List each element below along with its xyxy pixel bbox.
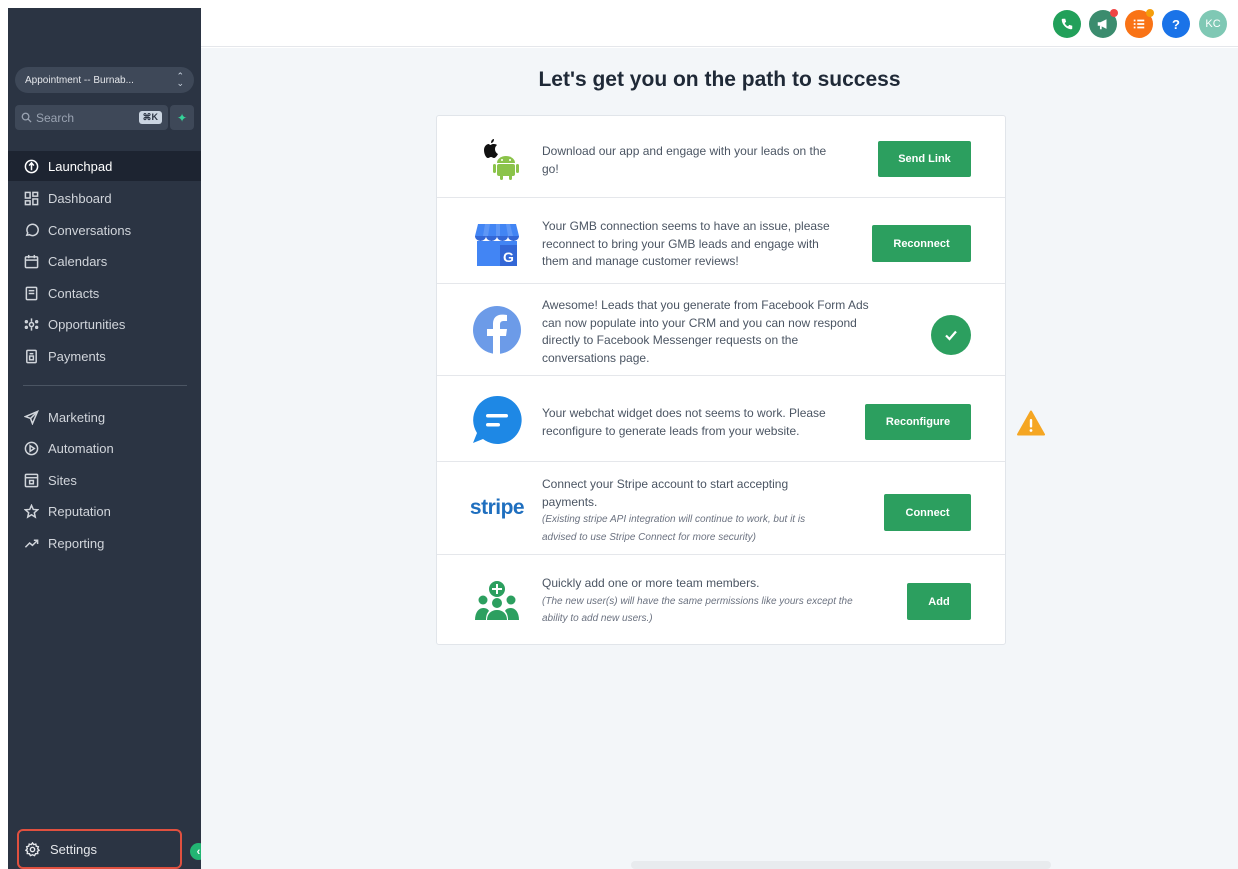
- sidebar-item-label: Marketing: [48, 409, 106, 425]
- send-link-button[interactable]: Send Link: [878, 141, 971, 177]
- stripe-logo-text: stripe: [469, 496, 525, 519]
- top-bar: ? KC: [201, 0, 1238, 47]
- row-description: Quickly add one or more team members. (T…: [542, 575, 877, 628]
- google-my-business-icon: G: [467, 219, 527, 269]
- sites-icon: [23, 472, 39, 488]
- sidebar-item-contacts[interactable]: Contacts: [8, 278, 201, 308]
- connected-check-icon: [931, 315, 971, 355]
- row-description-main: Connect your Stripe account to start acc…: [542, 477, 789, 509]
- row-description: Connect your Stripe account to start acc…: [542, 476, 832, 546]
- launchpad-row-gmb: G Your GMB connection seems to have an i…: [437, 198, 1005, 284]
- sidebar-item-label: Calendars: [48, 253, 108, 269]
- row-description-note: (Existing stripe API integration will co…: [542, 514, 806, 543]
- task-list-icon[interactable]: [1125, 9, 1154, 38]
- page-title: Let's get you on the path to success: [538, 68, 901, 91]
- settings-label: Settings: [50, 841, 97, 857]
- sidebar-item-label: Dashboard: [48, 190, 112, 206]
- launchpad-row-stripe: stripe Connect your Stripe account to st…: [437, 462, 1005, 555]
- sidebar-item-reputation[interactable]: Reputation: [8, 496, 201, 526]
- reconnect-button[interactable]: Reconnect: [872, 225, 971, 262]
- sidebar-item-automation[interactable]: Automation: [8, 433, 201, 463]
- row-description-main: Quickly add one or more team members.: [542, 576, 760, 590]
- sidebar: Appointment -- Burnab... ⌃ ⌄ Search ⌘K ✦ …: [8, 8, 201, 869]
- bottom-overlay-edge: [631, 861, 1051, 869]
- quick-action-button[interactable]: ✦: [170, 105, 194, 130]
- row-description: Awesome! Leads that you generate from Fa…: [542, 298, 869, 365]
- contacts-icon: [23, 285, 39, 301]
- calendar-icon: [23, 253, 39, 269]
- star-icon: [23, 503, 39, 519]
- sidebar-item-sites[interactable]: Sites: [8, 465, 201, 495]
- launchpad-row-facebook: Awesome! Leads that you generate from Fa…: [437, 284, 1005, 376]
- send-icon: [23, 409, 39, 425]
- notification-dot: [1110, 9, 1118, 17]
- megaphone-icon[interactable]: [1089, 9, 1118, 38]
- phone-icon[interactable]: [1053, 10, 1081, 38]
- sidebar-item-label: Reporting: [48, 535, 105, 551]
- chat-bubble-icon: [23, 222, 39, 238]
- dashboard-icon: [23, 190, 39, 206]
- launchpad-row-app: Download our app and engage with your le…: [437, 116, 1005, 198]
- sidebar-item-launchpad[interactable]: Launchpad: [8, 151, 201, 181]
- sidebar-item-calendars[interactable]: Calendars: [8, 246, 201, 276]
- connect-stripe-button[interactable]: Connect: [884, 494, 971, 531]
- launchpad-card: Download our app and engage with your le…: [436, 115, 1006, 645]
- search-input[interactable]: Search ⌘K: [15, 105, 168, 130]
- sidebar-item-reporting[interactable]: Reporting: [8, 528, 201, 558]
- location-name: Appointment -- Burnab...: [25, 74, 134, 86]
- notification-dot: [1146, 9, 1154, 17]
- sidebar-item-conversations[interactable]: Conversations: [8, 215, 201, 245]
- launchpad-row-webchat: Your webchat widget does not seems to wo…: [437, 376, 1005, 462]
- nav-divider: [23, 385, 187, 386]
- mobile-app-icon: [467, 131, 527, 183]
- sidebar-item-label: Opportunities: [48, 316, 126, 332]
- search-placeholder: Search: [36, 110, 75, 125]
- sidebar-item-payments[interactable]: Payments: [8, 341, 201, 371]
- row-description: Your webchat widget does not seems to wo…: [542, 406, 826, 438]
- add-team-members-icon: [467, 577, 527, 623]
- sidebar-item-label: Reputation: [48, 503, 111, 519]
- add-team-member-button[interactable]: Add: [907, 583, 971, 620]
- sidebar-item-label: Conversations: [48, 222, 132, 238]
- opportunities-icon: [23, 316, 39, 332]
- help-icon[interactable]: ?: [1162, 10, 1190, 38]
- svg-text:G: G: [503, 249, 514, 265]
- chevron-left-icon: ‹: [196, 845, 201, 858]
- location-switcher[interactable]: Appointment -- Burnab... ⌃ ⌄: [15, 67, 194, 93]
- sidebar-item-marketing[interactable]: Marketing: [8, 402, 201, 432]
- row-description: Your GMB connection seems to have an iss…: [542, 219, 830, 268]
- row-description: Download our app and engage with your le…: [542, 144, 827, 176]
- sidebar-item-label: Payments: [48, 348, 106, 364]
- facebook-icon: [467, 305, 527, 355]
- row-description-note: (The new user(s) will have the same perm…: [542, 595, 853, 625]
- trend-icon: [23, 535, 39, 551]
- gear-icon: [25, 841, 41, 857]
- shortcut-badge: ⌘K: [138, 111, 162, 124]
- sidebar-item-opportunities[interactable]: Opportunities: [8, 309, 201, 339]
- sparkle-icon: ✦: [176, 110, 188, 125]
- webchat-icon: [467, 394, 527, 446]
- launchpad-icon: [23, 158, 39, 174]
- payments-icon: [23, 348, 39, 364]
- sidebar-item-dashboard[interactable]: Dashboard: [8, 183, 201, 213]
- main-content: Let's get you on the path to success Dow…: [201, 48, 1238, 869]
- search-icon: [21, 112, 32, 123]
- sidebar-item-label: Sites: [48, 472, 77, 488]
- reconfigure-button[interactable]: Reconfigure: [865, 404, 971, 440]
- stripe-logo: stripe: [467, 492, 527, 524]
- chevron-updown-icon: ⌃ ⌄: [176, 71, 184, 88]
- launchpad-row-team: Quickly add one or more team members. (T…: [437, 555, 1005, 645]
- sidebar-item-label: Automation: [48, 440, 114, 456]
- user-avatar[interactable]: KC: [1199, 10, 1227, 38]
- sidebar-item-label: Launchpad: [48, 158, 113, 174]
- sidebar-item-settings[interactable]: Settings: [17, 829, 182, 869]
- warning-icon: [1017, 410, 1045, 436]
- automation-icon: [23, 440, 39, 456]
- sidebar-item-label: Contacts: [48, 285, 100, 301]
